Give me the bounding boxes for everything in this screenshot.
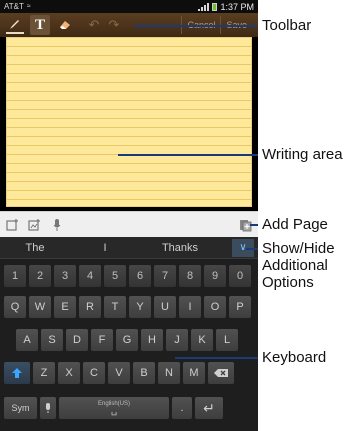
key[interactable]: H	[141, 329, 163, 351]
status-bar: AT&T ≈ 1:37 PM	[0, 0, 258, 13]
writing-area-callout-line	[118, 154, 258, 156]
space-key[interactable]: English(US) ␣	[59, 397, 169, 419]
keyboard-row-zxcv: Z X C V B N M	[4, 362, 234, 384]
key[interactable]: L	[216, 329, 238, 351]
suggestion-item[interactable]: The	[0, 242, 70, 254]
key[interactable]: Y	[129, 296, 151, 318]
key[interactable]: V	[108, 362, 130, 384]
writing-area[interactable]	[6, 37, 252, 207]
signal-icon	[198, 2, 210, 11]
suggestion-item[interactable]: Thanks	[140, 242, 220, 254]
key[interactable]: S	[41, 329, 63, 351]
key[interactable]: 1	[4, 265, 26, 287]
eraser-icon[interactable]	[56, 15, 74, 35]
key[interactable]: X	[58, 362, 80, 384]
writing-area-callout: Writing area	[262, 146, 343, 163]
pen-icon[interactable]	[6, 17, 24, 34]
keyboard-row-qwerty: Q W E R T Y U I O P	[4, 296, 251, 318]
show-hide-callout-line1: Show/Hide	[262, 240, 335, 257]
keyboard: 1 2 3 4 5 6 7 8 9 0 Q W E R T Y U I O P …	[0, 259, 258, 431]
insert-image-icon[interactable]	[4, 216, 22, 234]
key[interactable]: M	[183, 362, 205, 384]
add-page-callout: Add Page	[262, 216, 328, 233]
key[interactable]: F	[91, 329, 113, 351]
battery-icon	[212, 2, 218, 11]
key[interactable]: C	[83, 362, 105, 384]
status-time: 1:37 PM	[220, 1, 254, 12]
backspace-icon[interactable]	[208, 362, 234, 384]
keyboard-callout-line	[175, 357, 258, 359]
key[interactable]: U	[154, 296, 176, 318]
microphone-icon[interactable]	[48, 216, 66, 234]
key[interactable]: G	[116, 329, 138, 351]
key[interactable]: I	[179, 296, 201, 318]
key[interactable]: 6	[129, 265, 151, 287]
add-page-callout-line	[250, 224, 258, 226]
microphone-icon[interactable]	[40, 397, 56, 419]
key[interactable]: E	[54, 296, 76, 318]
redo-icon[interactable]: ↷	[106, 15, 122, 35]
show-hide-callout-line3: Options	[262, 274, 314, 291]
keyboard-row-asdf: A S D F G H J K L	[16, 329, 238, 351]
sym-key[interactable]: Sym	[4, 397, 37, 419]
carrier-label: AT&T	[4, 2, 24, 11]
keyboard-number-row: 1 2 3 4 5 6 7 8 9 0	[4, 265, 251, 287]
toolbar-callout: Toolbar	[262, 17, 312, 34]
insert-media-icon[interactable]	[26, 216, 44, 234]
shift-arrow-icon[interactable]	[4, 362, 30, 384]
key[interactable]: 2	[29, 265, 51, 287]
key[interactable]: B	[133, 362, 155, 384]
key[interactable]: D	[66, 329, 88, 351]
keyboard-row-bottom: Sym English(US) ␣ . ↵	[4, 397, 223, 419]
space-bar-icon: ␣	[110, 404, 118, 416]
key[interactable]: 9	[204, 265, 226, 287]
key[interactable]: Z	[33, 362, 55, 384]
key[interactable]: R	[79, 296, 101, 318]
toolbar-callout-line	[134, 25, 257, 27]
enter-icon[interactable]: ↵	[195, 397, 223, 419]
dot-key[interactable]: .	[172, 397, 192, 419]
key[interactable]: A	[16, 329, 38, 351]
suggestion-item[interactable]: I	[70, 242, 140, 254]
wifi-icon: ≈	[26, 3, 31, 10]
key[interactable]: T	[104, 296, 126, 318]
key[interactable]: 5	[104, 265, 126, 287]
key[interactable]: K	[191, 329, 213, 351]
key[interactable]: O	[204, 296, 226, 318]
keyboard-callout: Keyboard	[262, 349, 327, 366]
key[interactable]: 3	[54, 265, 76, 287]
key[interactable]: N	[158, 362, 180, 384]
undo-icon[interactable]: ↶	[86, 15, 102, 35]
phone-screen: AT&T ≈ 1:37 PM T ↶ ↷ Cancel Save	[0, 0, 258, 431]
show-hide-callout-line	[246, 248, 258, 250]
show-hide-callout-line2: Additional	[262, 257, 328, 274]
key[interactable]: 8	[179, 265, 201, 287]
key[interactable]: Q	[4, 296, 26, 318]
page-options-bar	[0, 211, 258, 237]
key[interactable]: J	[166, 329, 188, 351]
key[interactable]: 0	[229, 265, 251, 287]
word-suggestion-bar: The I Thanks ∨	[0, 237, 258, 259]
key[interactable]: P	[229, 296, 251, 318]
text-mode-button[interactable]: T	[30, 15, 50, 35]
key[interactable]: W	[29, 296, 51, 318]
key[interactable]: 7	[154, 265, 176, 287]
key[interactable]: 4	[79, 265, 101, 287]
